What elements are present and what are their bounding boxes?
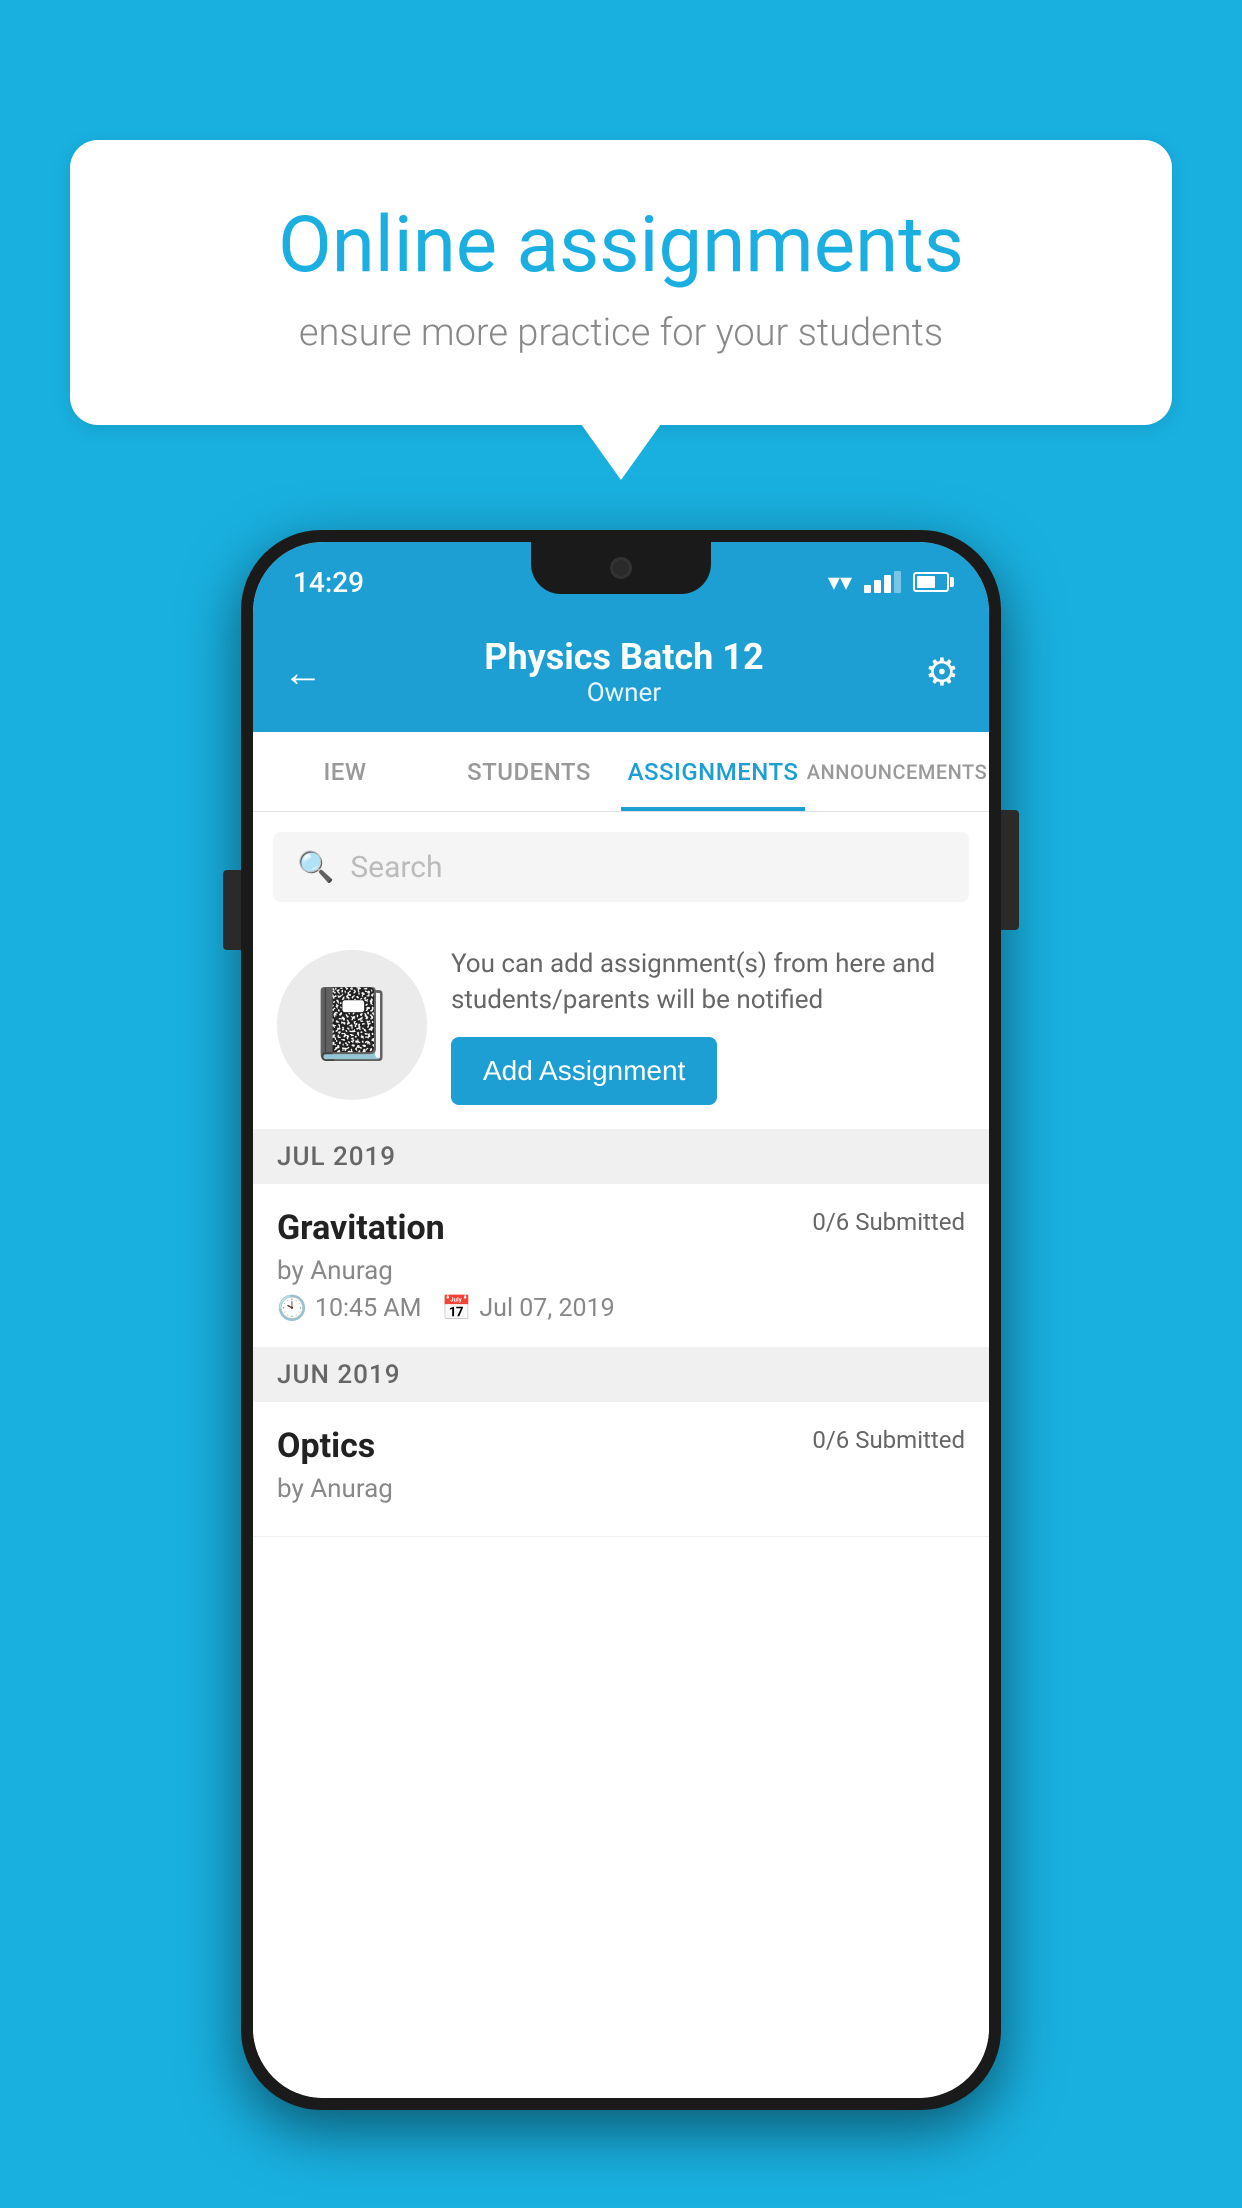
assignment-header-optics: Optics 0/6 Submitted: [277, 1426, 965, 1466]
back-button[interactable]: ←: [283, 649, 323, 696]
header-title: Physics Batch 12: [484, 636, 763, 678]
status-icons: ▾▾: [828, 568, 949, 596]
bubble-title: Online assignments: [140, 200, 1102, 291]
wifi-icon: ▾▾: [828, 568, 852, 596]
search-placeholder: Search: [350, 850, 442, 885]
time-badge: 🕙 10:45 AM: [277, 1294, 421, 1323]
add-assignment-button[interactable]: Add Assignment: [451, 1037, 717, 1105]
phone-screen: 14:29 ▾▾: [253, 542, 989, 2098]
phone-outer: 14:29 ▾▾: [241, 530, 1001, 2110]
header-center: Physics Batch 12 Owner: [484, 636, 763, 708]
app-header: ← Physics Batch 12 Owner ⚙: [253, 612, 989, 732]
assignment-title: Gravitation: [277, 1208, 445, 1248]
assignment-submitted: 0/6 Submitted: [812, 1208, 965, 1236]
tab-announcements[interactable]: ANNOUNCEMENTS: [805, 732, 989, 811]
assignment-item-optics[interactable]: Optics 0/6 Submitted by Anurag: [253, 1402, 989, 1537]
promo-text-area: You can add assignment(s) from here and …: [451, 946, 965, 1105]
content-area: 🔍 Search 📓 You can add assignment(s) fro…: [253, 812, 989, 2098]
status-time: 14:29: [293, 566, 364, 599]
search-icon: 🔍: [297, 850, 334, 885]
camera: [610, 557, 632, 579]
calendar-icon: 📅: [441, 1294, 471, 1322]
speech-bubble-container: Online assignments ensure more practice …: [70, 140, 1172, 425]
speech-bubble: Online assignments ensure more practice …: [70, 140, 1172, 425]
assignment-date: Jul 07, 2019: [479, 1294, 614, 1323]
phone-wrapper: 14:29 ▾▾: [241, 530, 1001, 2110]
tabs-bar: IEW STUDENTS ASSIGNMENTS ANNOUNCEMENTS: [253, 732, 989, 812]
assignment-submitted-optics: 0/6 Submitted: [812, 1426, 965, 1454]
phone-notch: [531, 542, 711, 594]
tab-assignments[interactable]: ASSIGNMENTS: [621, 732, 805, 811]
assignment-title-optics: Optics: [277, 1426, 375, 1466]
assignment-header: Gravitation 0/6 Submitted: [277, 1208, 965, 1248]
search-bar[interactable]: 🔍 Search: [273, 832, 969, 902]
battery-icon: [913, 572, 949, 592]
assignment-item-gravitation[interactable]: Gravitation 0/6 Submitted by Anurag 🕙 10…: [253, 1184, 989, 1348]
tab-students[interactable]: STUDENTS: [437, 732, 621, 811]
promo-section: 📓 You can add assignment(s) from here an…: [253, 922, 989, 1130]
month-separator-jun: JUN 2019: [253, 1348, 989, 1402]
assignment-time-date: 🕙 10:45 AM 📅 Jul 07, 2019: [277, 1294, 965, 1323]
assignment-time: 10:45 AM: [315, 1294, 422, 1323]
tab-iew[interactable]: IEW: [253, 732, 437, 811]
clock-icon: 🕙: [277, 1294, 307, 1322]
date-badge: 📅 Jul 07, 2019: [441, 1294, 614, 1323]
notebook-icon: 📓: [308, 984, 395, 1066]
assignment-by-optics: by Anurag: [277, 1474, 965, 1504]
promo-description: You can add assignment(s) from here and …: [451, 946, 965, 1019]
header-subtitle: Owner: [484, 678, 763, 708]
signal-bars-icon: [864, 571, 901, 593]
assignment-by: by Anurag: [277, 1256, 965, 1286]
promo-icon-circle: 📓: [277, 950, 427, 1100]
settings-icon[interactable]: ⚙: [925, 650, 959, 695]
bubble-subtitle: ensure more practice for your students: [140, 311, 1102, 355]
month-separator-jul: JUL 2019: [253, 1130, 989, 1184]
